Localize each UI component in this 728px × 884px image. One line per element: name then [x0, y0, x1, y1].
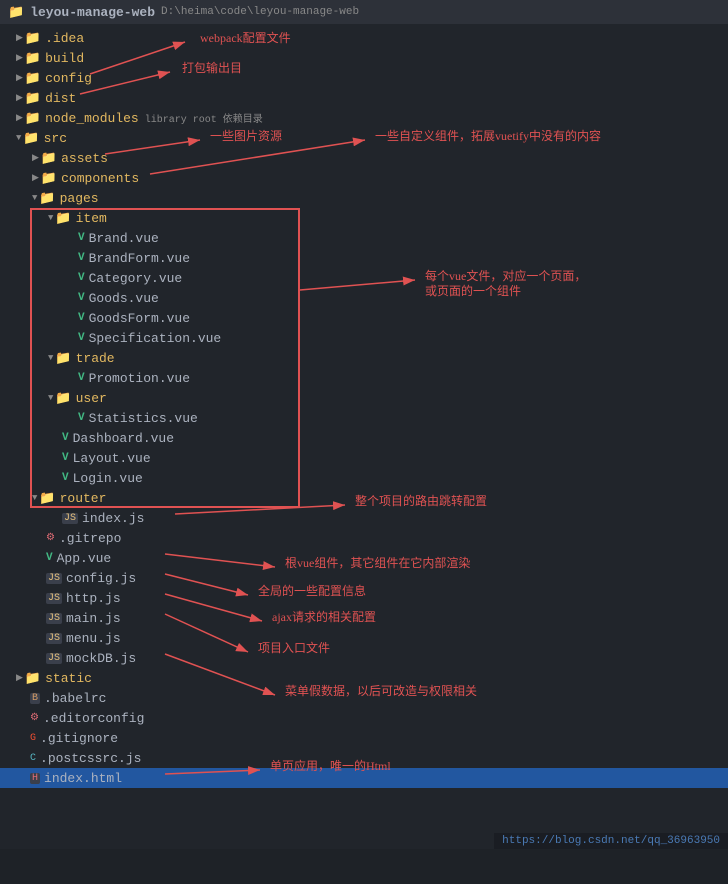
tree-item-babelrc[interactable]: B.babelrc [0, 688, 728, 708]
tree-item-login_vue[interactable]: VLogin.vue [0, 468, 728, 488]
tree-item-dist[interactable]: ▶📁dist [0, 88, 728, 108]
project-header: 📁 leyou-manage-web D:\heima\code\leyou-m… [0, 0, 728, 24]
tree-item-index_html[interactable]: Hindex.html [0, 768, 728, 788]
tree-item-menu_js[interactable]: JSmenu.js [0, 628, 728, 648]
tree-container: ▶📁.idea▶📁build▶📁config▶📁dist▶📁node_modul… [0, 28, 728, 788]
tree-item-idea[interactable]: ▶📁.idea [0, 28, 728, 48]
tree-item-assets[interactable]: ▶📁assets [0, 148, 728, 168]
bottom-url-bar: https://blog.csdn.net/qq_36963950 [494, 833, 728, 849]
tree-item-router_index[interactable]: JSindex.js [0, 508, 728, 528]
tree-item-config_js[interactable]: JSconfig.js [0, 568, 728, 588]
tree-item-main_js[interactable]: JSmain.js [0, 608, 728, 628]
url-text: https://blog.csdn.net/qq_36963950 [502, 835, 720, 847]
tree-item-static[interactable]: ▶📁static [0, 668, 728, 688]
tree-item-editorconfig[interactable]: ⚙.editorconfig [0, 708, 728, 728]
tree-item-brand_vue[interactable]: VBrand.vue [0, 228, 728, 248]
tree-item-app_vue[interactable]: VApp.vue [0, 548, 728, 568]
tree-item-layout_vue[interactable]: VLayout.vue [0, 448, 728, 468]
tree-item-category_vue[interactable]: VCategory.vue [0, 268, 728, 288]
tree-item-statistics_vue[interactable]: VStatistics.vue [0, 408, 728, 428]
file-tree: ▶📁.idea▶📁build▶📁config▶📁dist▶📁node_modul… [0, 24, 728, 792]
tree-item-brandform_vue[interactable]: VBrandForm.vue [0, 248, 728, 268]
tree-item-dashboard_vue[interactable]: VDashboard.vue [0, 428, 728, 448]
tree-item-mockdb_js[interactable]: JSmockDB.js [0, 648, 728, 668]
tree-item-router[interactable]: ▼📁router [0, 488, 728, 508]
tree-item-http_js[interactable]: JShttp.js [0, 588, 728, 608]
tree-item-item[interactable]: ▼📁item [0, 208, 728, 228]
tree-item-src[interactable]: ▼📁src [0, 128, 728, 148]
tree-item-goodsform_vue[interactable]: VGoodsForm.vue [0, 308, 728, 328]
tree-item-gitignore[interactable]: G.gitignore [0, 728, 728, 748]
project-path: D:\heima\code\leyou-manage-web [161, 6, 359, 18]
tree-item-pages[interactable]: ▼📁pages [0, 188, 728, 208]
tree-item-components[interactable]: ▶📁components [0, 168, 728, 188]
project-name: leyou-manage-web [30, 5, 155, 20]
tree-item-node_modules[interactable]: ▶📁node_moduleslibrary root 依赖目录 [0, 108, 728, 128]
tree-item-postcssrc[interactable]: C.postcssrc.js [0, 748, 728, 768]
tree-item-trade[interactable]: ▼📁trade [0, 348, 728, 368]
folder-icon: 📁 [8, 5, 24, 20]
tree-item-specification_vue[interactable]: VSpecification.vue [0, 328, 728, 348]
main-container: 📁 leyou-manage-web D:\heima\code\leyou-m… [0, 0, 728, 849]
tree-item-gitrepo[interactable]: ⚙.gitrepo [0, 528, 728, 548]
tree-item-goods_vue[interactable]: VGoods.vue [0, 288, 728, 308]
tree-item-build[interactable]: ▶📁build [0, 48, 728, 68]
tree-item-user[interactable]: ▼📁user [0, 388, 728, 408]
tree-item-promotion_vue[interactable]: VPromotion.vue [0, 368, 728, 388]
tree-item-config[interactable]: ▶📁config [0, 68, 728, 88]
